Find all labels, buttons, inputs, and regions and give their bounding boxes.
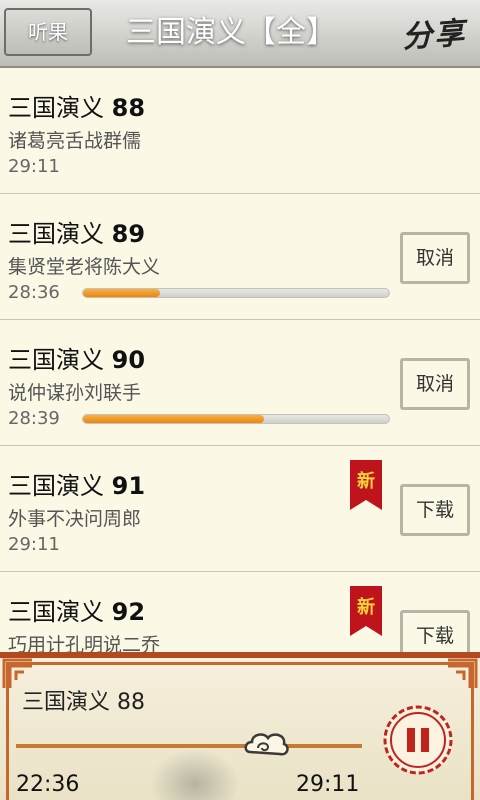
episode-number: 91 bbox=[111, 472, 146, 500]
episode-subtitle: 集贤堂老将陈大义 bbox=[8, 256, 161, 278]
episode-title-text: 三国演义 bbox=[8, 598, 104, 626]
frame-corner-ornament bbox=[448, 658, 478, 688]
episode-number: 88 bbox=[111, 94, 146, 122]
header-bar: 听果 三国演义【全】 分享 bbox=[0, 0, 480, 68]
total-time: 29:11 bbox=[296, 772, 360, 797]
episode-duration: 29:11 bbox=[8, 534, 60, 555]
ink-wash-decoration bbox=[150, 748, 240, 800]
download-progress-bar bbox=[82, 288, 390, 298]
pause-icon[interactable] bbox=[380, 702, 456, 778]
now-playing-title: 三国演义 88 bbox=[22, 690, 145, 715]
download-progress-fill bbox=[83, 415, 264, 423]
back-button[interactable]: 听果 bbox=[4, 8, 92, 56]
episode-number: 90 bbox=[111, 346, 146, 374]
list-item[interactable]: 三国演义 91 外事不决问周郎 29:11 新 下载 bbox=[0, 446, 480, 572]
cloud-seek-handle-icon[interactable] bbox=[244, 728, 290, 764]
episode-number: 89 bbox=[111, 220, 146, 248]
episode-title-text: 三国演义 bbox=[8, 94, 104, 122]
episode-duration: 28:36 bbox=[8, 282, 60, 303]
download-progress-bar bbox=[82, 414, 390, 424]
list-item[interactable]: 三国演义 89 集贤堂老将陈大义 28:36 取消 bbox=[0, 194, 480, 320]
new-badge-icon: 新 bbox=[350, 586, 382, 636]
episode-number: 92 bbox=[111, 598, 146, 626]
new-badge-icon: 新 bbox=[350, 460, 382, 510]
seek-bar[interactable] bbox=[16, 744, 362, 748]
list-item[interactable]: 三国演义 88 诸葛亮舌战群儒 29:11 bbox=[0, 68, 480, 194]
episode-title: 三国演义 92 bbox=[8, 592, 145, 627]
page-title: 三国演义【全】 bbox=[126, 15, 336, 50]
new-badge-label: 新 bbox=[357, 596, 375, 618]
episode-title-text: 三国演义 bbox=[8, 220, 104, 248]
cancel-button[interactable]: 取消 bbox=[400, 358, 470, 410]
episode-title-text: 三国演义 bbox=[8, 472, 104, 500]
episode-subtitle: 外事不决问周郎 bbox=[8, 508, 142, 530]
episode-title-text: 三国演义 bbox=[8, 346, 104, 374]
episode-list: 三国演义 88 诸葛亮舌战群儒 29:11 三国演义 89 集贤堂老将陈大义 2… bbox=[0, 68, 480, 698]
episode-subtitle: 诸葛亮舌战群儒 bbox=[8, 130, 142, 152]
episode-duration: 29:11 bbox=[8, 156, 60, 177]
episode-title: 三国演义 91 bbox=[8, 466, 145, 501]
episode-subtitle: 说仲谋孙刘联手 bbox=[8, 382, 142, 404]
download-progress-fill bbox=[83, 289, 160, 297]
new-badge-label: 新 bbox=[357, 470, 375, 492]
episode-title: 三国演义 88 bbox=[8, 88, 145, 123]
episode-title: 三国演义 89 bbox=[8, 214, 145, 249]
cancel-button[interactable]: 取消 bbox=[400, 232, 470, 284]
download-button[interactable]: 下载 bbox=[400, 484, 470, 536]
list-item[interactable]: 三国演义 90 说仲谋孙刘联手 28:39 取消 bbox=[0, 320, 480, 446]
episode-duration: 28:39 bbox=[8, 408, 60, 429]
share-label: 分享 bbox=[401, 15, 468, 56]
now-playing-panel: 三国演义 88 22:36 29:11 bbox=[0, 652, 480, 800]
share-button[interactable]: 分享 bbox=[392, 6, 476, 58]
current-time: 22:36 bbox=[16, 772, 80, 797]
episode-title: 三国演义 90 bbox=[8, 340, 145, 375]
